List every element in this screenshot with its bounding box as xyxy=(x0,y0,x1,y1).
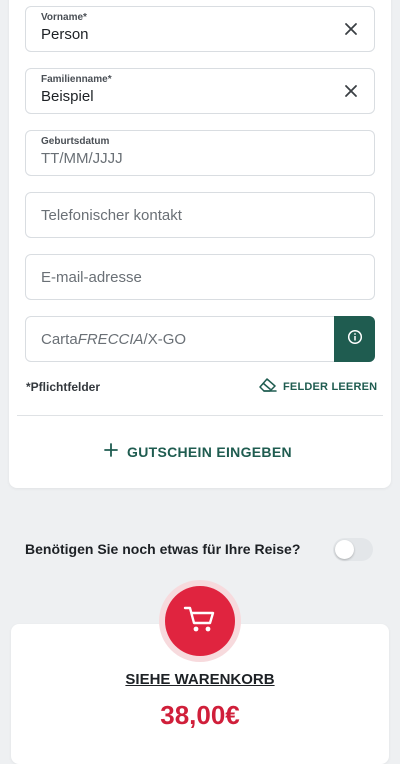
voucher-label: GUTSCHEIN EINGEBEN xyxy=(127,444,292,460)
first-name-label: Vorname* xyxy=(41,12,87,23)
cart-button[interactable] xyxy=(165,586,235,656)
birthdate-label: Geburtsdatum xyxy=(41,136,110,147)
loyalty-card-placeholder[interactable]: CartaFRECCIA/X-GO xyxy=(41,331,186,348)
birthdate-placeholder[interactable]: TT/MM/JJJJ xyxy=(41,150,123,167)
phone-field[interactable]: Telefonischer kontakt xyxy=(25,192,375,238)
card-brand: FRECCIA xyxy=(77,331,144,348)
last-name-value[interactable]: Beispiel xyxy=(41,88,94,105)
phone-placeholder[interactable]: Telefonischer kontakt xyxy=(41,207,182,224)
required-note: *Pflichtfelder xyxy=(26,380,101,394)
cart-total: 38,00€ xyxy=(160,700,240,730)
email-field[interactable]: E-mail-adresse xyxy=(25,254,375,300)
close-icon[interactable] xyxy=(342,82,360,100)
info-icon xyxy=(347,329,363,350)
close-icon[interactable] xyxy=(342,20,360,38)
divider xyxy=(17,415,383,416)
see-cart-link[interactable]: SIEHE WARENKORB xyxy=(0,671,400,688)
cart-icon xyxy=(183,604,217,639)
toggle-knob xyxy=(335,540,354,559)
last-name-label: Familienname* xyxy=(41,74,112,85)
clear-fields-button[interactable]: FELDER LEEREN xyxy=(258,377,377,397)
card-suffix: /X-GO xyxy=(143,331,187,348)
eraser-icon xyxy=(258,377,278,398)
voucher-button[interactable]: GUTSCHEIN EINGEBEN xyxy=(104,441,292,463)
extras-question: Benötigen Sie noch etwas für Ihre Reise? xyxy=(25,541,301,557)
birthdate-field[interactable]: Geburtsdatum TT/MM/JJJJ xyxy=(25,130,375,176)
first-name-field[interactable]: Vorname* Person xyxy=(25,6,375,52)
plus-icon xyxy=(104,442,118,462)
clear-fields-label: FELDER LEEREN xyxy=(283,381,378,393)
info-button[interactable] xyxy=(334,316,375,362)
extras-toggle[interactable] xyxy=(333,538,373,561)
card-prefix: Carta xyxy=(41,331,78,348)
first-name-value[interactable]: Person xyxy=(41,26,89,43)
loyalty-card-field[interactable]: CartaFRECCIA/X-GO xyxy=(25,316,375,362)
last-name-field[interactable]: Familienname* Beispiel xyxy=(25,68,375,114)
email-placeholder[interactable]: E-mail-adresse xyxy=(41,269,142,286)
